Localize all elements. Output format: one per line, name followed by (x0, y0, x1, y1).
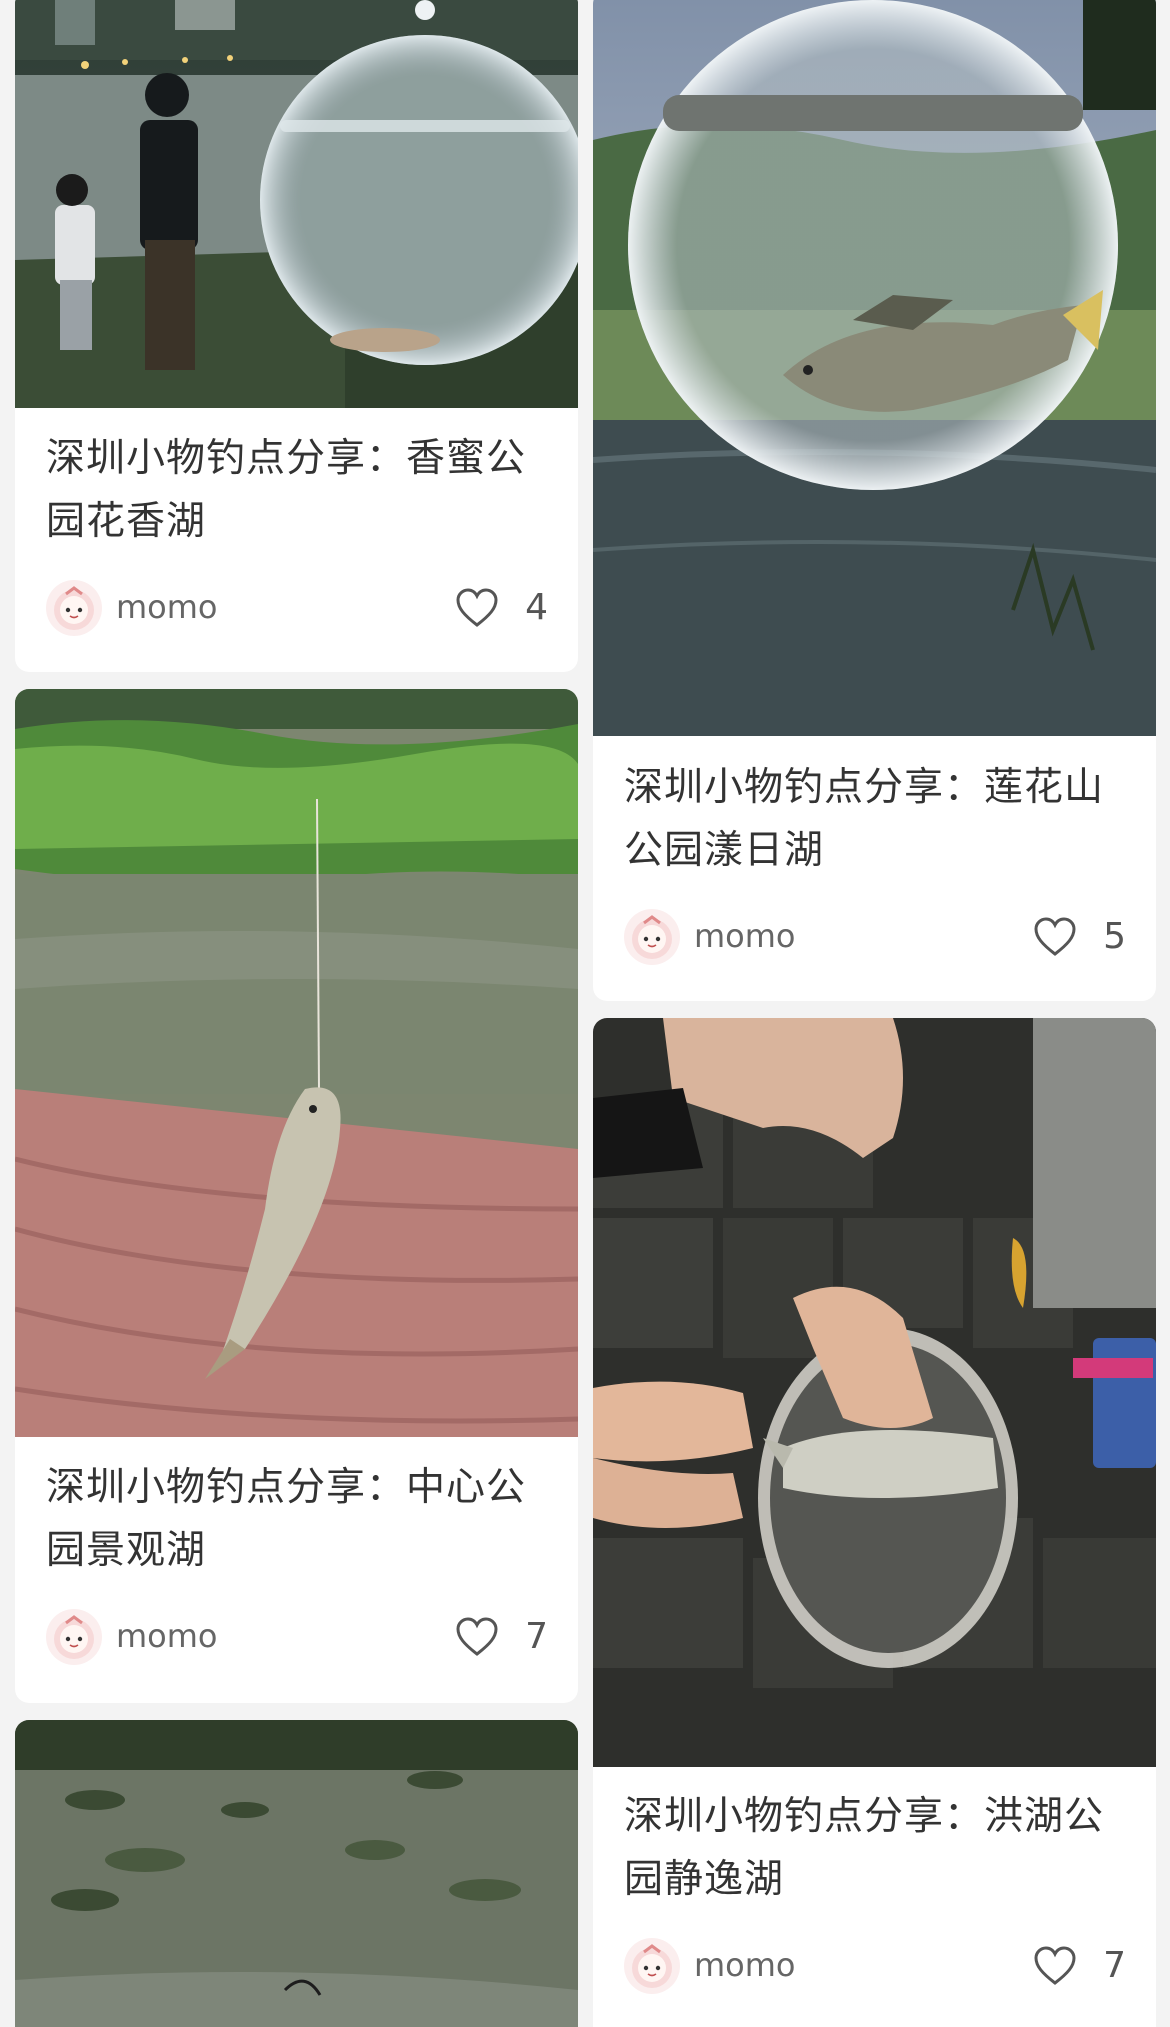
like-count: 4 (525, 587, 548, 628)
cartoon-avatar-icon[interactable] (46, 580, 102, 636)
heart-outline-icon[interactable] (1032, 915, 1078, 959)
note-footer: momo 5 (624, 909, 1126, 965)
like-count: 7 (1103, 1945, 1126, 1986)
note-card[interactable]: 深圳小物钓点分享：香蜜公园花香湖 momo 4 (15, 0, 578, 672)
heart-outline-icon[interactable] (454, 586, 500, 630)
note-title[interactable]: 深圳小物钓点分享：中心公园景观湖 (46, 1456, 538, 1582)
note-title[interactable]: 深圳小物钓点分享：莲花山公园漾日湖 (624, 756, 1116, 882)
note-cover-image[interactable] (15, 1720, 578, 2027)
cartoon-avatar-icon[interactable] (624, 1938, 680, 1994)
note-card[interactable]: 深圳小物钓点分享：洪湖公园静逸湖 momo 7 (593, 1018, 1156, 2027)
note-footer: momo 7 (46, 1609, 548, 1665)
author-name[interactable]: momo (116, 1616, 218, 1656)
note-title[interactable]: 深圳小物钓点分享：洪湖公园静逸湖 (624, 1785, 1116, 1911)
like-count: 7 (525, 1616, 548, 1657)
note-card[interactable]: 深圳小物钓点分享：中心公园景观湖 momo 7 (15, 689, 578, 1703)
note-cover-image[interactable] (15, 0, 578, 408)
author-name[interactable]: momo (694, 1945, 796, 1985)
author-name[interactable]: momo (116, 587, 218, 627)
cartoon-avatar-icon[interactable] (46, 1609, 102, 1665)
waterfall-feed: 深圳小物钓点分享：香蜜公园花香湖 momo 4 深圳小物钓点分享：中心公园景观湖… (0, 0, 1170, 2027)
note-cover-image[interactable] (15, 689, 578, 1437)
heart-outline-icon[interactable] (454, 1615, 500, 1659)
note-card[interactable]: 深圳小物钓点分享：莲花山公园漾日湖 momo 5 (593, 0, 1156, 1001)
note-cover-image[interactable] (593, 1018, 1156, 1767)
note-cover-image[interactable] (593, 0, 1156, 736)
note-card[interactable] (15, 1720, 578, 2027)
heart-outline-icon[interactable] (1032, 1944, 1078, 1988)
author-name[interactable]: momo (694, 916, 796, 956)
cartoon-avatar-icon[interactable] (624, 909, 680, 965)
note-footer: momo 4 (46, 580, 548, 636)
like-count: 5 (1103, 916, 1126, 957)
note-title[interactable]: 深圳小物钓点分享：香蜜公园花香湖 (46, 427, 538, 553)
note-footer: momo 7 (624, 1938, 1126, 1994)
